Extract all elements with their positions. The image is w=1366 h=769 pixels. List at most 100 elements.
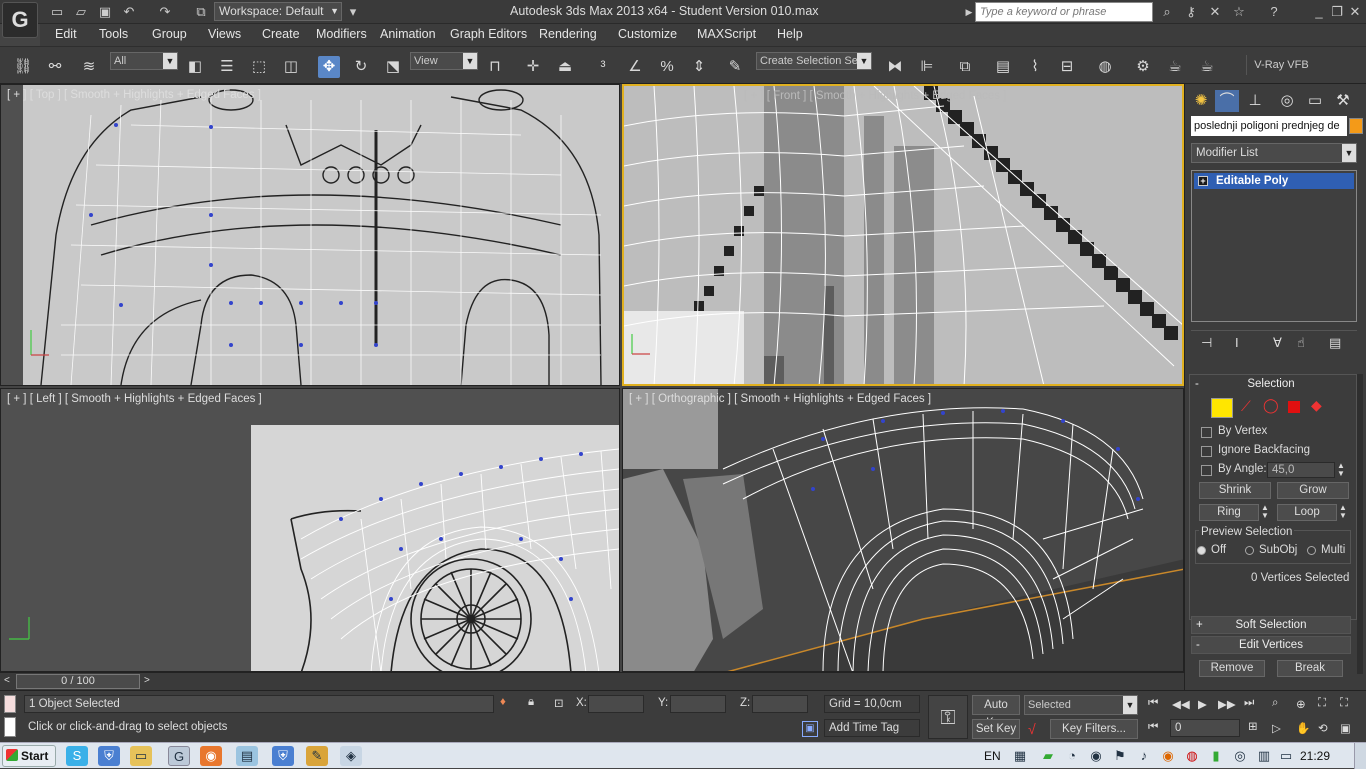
- rendered-frame-window-icon[interactable]: ☕: [1164, 56, 1186, 78]
- next-frame-icon[interactable]: ▶▶: [1218, 697, 1236, 711]
- percent-snap-icon[interactable]: %: [656, 56, 678, 78]
- menu-rendering[interactable]: Rendering: [539, 27, 597, 41]
- modifier-list-dropdown[interactable]: Modifier List ▼: [1191, 143, 1357, 163]
- grow-button[interactable]: Grow: [1277, 482, 1349, 499]
- viewport-label-front[interactable]: [ + ] [ Front ] [ Smooth + Highlights + …: [744, 90, 1006, 102]
- show-desktop-button[interactable]: [1354, 743, 1366, 769]
- vray-vfb-button[interactable]: V-Ray VFB: [1246, 55, 1316, 75]
- slider-prev-icon[interactable]: <: [4, 675, 10, 686]
- orbit-icon[interactable]: ⟲: [1318, 721, 1328, 735]
- shrink-button[interactable]: Shrink: [1199, 482, 1271, 499]
- preview-multi-radio[interactable]: [1307, 546, 1316, 555]
- tool-task-icon[interactable]: ✎: [306, 746, 328, 766]
- material-editor-icon[interactable]: ◍: [1094, 56, 1116, 78]
- language-indicator[interactable]: EN: [984, 749, 1001, 763]
- menu-graph-editors[interactable]: Graph Editors: [450, 27, 527, 41]
- minimize-icon[interactable]: _: [1310, 3, 1328, 21]
- unlink-icon[interactable]: ⚯: [44, 56, 66, 78]
- firefox-icon[interactable]: ◉: [200, 746, 222, 766]
- tray-network-icon[interactable]: ▥: [1256, 746, 1272, 766]
- angle-spinner-icon[interactable]: ▲ ▼: [1337, 462, 1345, 478]
- object-name-field[interactable]: poslednji poligoni prednjeg de: [1191, 116, 1347, 136]
- explorer-folder-icon[interactable]: ▭: [130, 746, 152, 766]
- slider-next-icon[interactable]: >: [144, 675, 150, 686]
- help-icon[interactable]: ?: [1265, 3, 1283, 21]
- layer-manager-icon[interactable]: ⧉: [954, 56, 976, 78]
- menu-animation[interactable]: Animation: [380, 27, 436, 41]
- pivot-center-icon[interactable]: ⊓: [484, 56, 506, 78]
- viewport-label-perspective[interactable]: [ + ] [ Orthographic ] [ Smooth + Highli…: [629, 393, 931, 405]
- selection-lock-icon[interactable]: 🔒︎: [528, 696, 534, 709]
- window-task-icon[interactable]: ▤: [236, 746, 258, 766]
- stack-item-editable-poly[interactable]: + Editable Poly: [1194, 173, 1354, 189]
- select-manipulate-icon[interactable]: ✛: [522, 56, 544, 78]
- show-end-result-icon[interactable]: Ι: [1235, 335, 1239, 350]
- menu-maxscript[interactable]: MAXScript: [697, 27, 756, 41]
- schematic-view-icon[interactable]: ⊟: [1056, 56, 1078, 78]
- x-coordinate-input[interactable]: [588, 695, 644, 713]
- tray-monitor-icon[interactable]: ▭: [1278, 746, 1294, 766]
- edit-vertices-rollout[interactable]: - Edit Vertices: [1191, 636, 1351, 654]
- start-button[interactable]: Start: [2, 745, 56, 767]
- menu-help[interactable]: Help: [777, 27, 803, 41]
- ring-spinner-icon[interactable]: ▲ ▼: [1261, 504, 1269, 520]
- close-icon[interactable]: ✕: [1346, 3, 1364, 21]
- field-of-view-icon[interactable]: ▷: [1272, 721, 1281, 735]
- keyboard-shortcut-override-icon[interactable]: ⏏: [554, 56, 576, 78]
- binoculars-icon[interactable]: ⌕: [1158, 3, 1176, 21]
- set-key-button[interactable]: Set Key: [972, 719, 1020, 739]
- zoom-extents-all-icon[interactable]: ⛶: [1340, 697, 1348, 710]
- angle-value-input[interactable]: 45,0: [1267, 462, 1335, 478]
- key-mode-toggle-icon[interactable]: ⏮: [1148, 721, 1158, 734]
- preview-off-radio[interactable]: [1197, 546, 1206, 555]
- new-file-icon[interactable]: ▭: [48, 3, 66, 21]
- viewport-top[interactable]: [ + ] [ Top ] [ Smooth + Highlights + Ed…: [0, 84, 620, 386]
- security-shield-icon[interactable]: ⛨: [98, 746, 120, 766]
- maximize-viewport-icon[interactable]: ▣: [1340, 721, 1351, 735]
- project-folder-icon[interactable]: ⧉: [192, 3, 210, 21]
- clock[interactable]: 21:29: [1300, 749, 1330, 763]
- select-and-rotate-icon[interactable]: ↻: [350, 56, 372, 78]
- graphite-modeling-icon[interactable]: ▤: [992, 56, 1014, 78]
- render-production-icon[interactable]: ☕: [1196, 56, 1218, 78]
- menu-views[interactable]: Views: [208, 27, 241, 41]
- maxscript-listener-white[interactable]: [4, 717, 16, 737]
- viewport-perspective[interactable]: [ + ] [ Orthographic ] [ Smooth + Highli…: [622, 388, 1184, 672]
- open-file-icon[interactable]: ▱: [72, 3, 90, 21]
- menu-modifiers[interactable]: Modifiers: [316, 27, 367, 41]
- time-tag-icon[interactable]: ▣: [802, 721, 818, 737]
- break-button[interactable]: Break: [1277, 660, 1343, 677]
- loop-button[interactable]: Loop: [1277, 504, 1337, 521]
- select-object-icon[interactable]: ◧: [184, 56, 206, 78]
- search-input[interactable]: Type a keyword or phrase: [975, 2, 1153, 22]
- window-crossing-icon[interactable]: ◫: [280, 56, 302, 78]
- remove-button[interactable]: Remove: [1199, 660, 1265, 677]
- edit-named-selection-icon[interactable]: ✎: [724, 56, 746, 78]
- modifier-stack[interactable]: + Editable Poly: [1191, 170, 1357, 322]
- snaps-toggle-icon[interactable]: ³: [592, 56, 614, 78]
- workspace-dropdown[interactable]: Workspace: Default ▼: [214, 2, 342, 21]
- misc-task-icon[interactable]: ◈: [340, 746, 362, 766]
- 3dsmax-task-icon[interactable]: G: [168, 746, 190, 766]
- zoom-icon[interactable]: ⌕: [1272, 697, 1278, 710]
- favorites-star-icon[interactable]: ☆: [1230, 3, 1248, 21]
- select-by-name-icon[interactable]: ☰: [216, 56, 238, 78]
- volume-icon[interactable]: ♪: [1136, 746, 1152, 766]
- restore-icon[interactable]: ❐: [1328, 3, 1346, 21]
- named-selection-set-dropdown[interactable]: Create Selection Se ▼: [756, 52, 872, 70]
- current-frame-input[interactable]: 0: [1170, 719, 1240, 737]
- tray-red-icon[interactable]: ◍: [1184, 746, 1200, 766]
- play-icon[interactable]: ▶: [1198, 697, 1207, 711]
- time-configuration-icon[interactable]: ⊞: [1248, 719, 1258, 733]
- mirror-icon[interactable]: ⧓: [884, 56, 906, 78]
- auto-key-button[interactable]: Auto Key: [972, 695, 1020, 729]
- menu-group[interactable]: Group: [152, 27, 187, 41]
- configure-modifier-sets-icon[interactable]: ▤: [1329, 335, 1341, 351]
- zoom-extents-icon[interactable]: ⛶: [1318, 697, 1326, 710]
- time-slider-thumb[interactable]: 0 / 100: [16, 674, 140, 689]
- selection-rollout-title[interactable]: - Selection: [1191, 376, 1351, 394]
- viewport-left[interactable]: [ + ] [ Left ] [ Smooth + Highlights + E…: [0, 388, 620, 672]
- viewport-label-top[interactable]: [ + ] [ Top ] [ Smooth + Highlights + Ed…: [7, 89, 261, 101]
- edge-mode-icon[interactable]: ⟋: [1241, 398, 1251, 415]
- tray-gear-icon[interactable]: ◉: [1088, 746, 1104, 766]
